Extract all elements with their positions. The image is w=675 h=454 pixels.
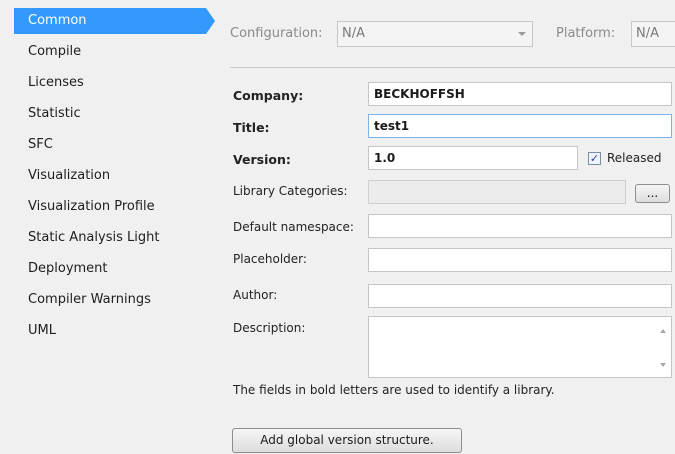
sidebar-item-deployment[interactable]: Deployment [14, 256, 206, 282]
sidebar-item-compiler-warnings[interactable]: Compiler Warnings [14, 287, 206, 313]
company-field[interactable]: BECKHOFFSH [368, 82, 672, 106]
sidebar-item-compile[interactable]: Compile [14, 39, 206, 65]
library-categories-label: Library Categories: [233, 184, 348, 198]
title-label: Title: [233, 120, 270, 135]
category-sidebar: Common Compile Licenses Statistic SFC Vi… [14, 8, 215, 454]
add-global-version-structure-button[interactable]: Add global version structure. [232, 428, 462, 453]
sidebar-item-static-analysis-light[interactable]: Static Analysis Light [14, 225, 206, 251]
properties-panel: Common Compile Licenses Statistic SFC Vi… [0, 0, 675, 454]
placeholder-field[interactable] [368, 248, 672, 272]
author-label: Author: [233, 288, 278, 302]
released-label: Released [607, 151, 662, 165]
platform-value: N/A [636, 26, 659, 41]
sidebar-item-visualization[interactable]: Visualization [14, 163, 206, 189]
sidebar-item-statistic[interactable]: Statistic [14, 101, 206, 127]
default-namespace-label: Default namespace: [233, 220, 354, 234]
sidebar-item-sfc[interactable]: SFC [14, 132, 206, 158]
sidebar-item-visualization-profile[interactable]: Visualization Profile [14, 194, 206, 220]
chevron-down-icon [518, 32, 526, 36]
bold-fields-note: The fields in bold letters are used to i… [233, 383, 555, 397]
description-textarea[interactable] [368, 316, 672, 378]
released-checkbox[interactable]: ✓ [588, 152, 601, 165]
author-field[interactable] [368, 284, 672, 308]
description-label: Description: [233, 321, 306, 335]
library-categories-browse-button[interactable]: ... [635, 184, 670, 203]
title-field[interactable]: test1 [368, 114, 672, 138]
scroll-down-icon[interactable] [660, 363, 666, 367]
default-namespace-field[interactable] [368, 214, 672, 238]
version-field[interactable]: 1.0 [368, 146, 578, 170]
scroll-up-icon[interactable] [660, 329, 666, 333]
configuration-select[interactable]: N/A [337, 21, 533, 47]
configuration-value: N/A [342, 26, 365, 41]
placeholder-label: Placeholder: [233, 252, 307, 266]
header-divider [230, 67, 675, 68]
selected-arrow [206, 8, 215, 34]
sidebar-item-uml[interactable]: UML [14, 318, 206, 344]
platform-select[interactable]: N/A [631, 21, 675, 47]
sidebar-item-common[interactable]: Common [14, 8, 206, 34]
version-label: Version: [233, 152, 291, 167]
sidebar-item-licenses[interactable]: Licenses [14, 70, 206, 96]
company-label: Company: [233, 88, 304, 103]
configuration-label: Configuration: [230, 26, 323, 41]
platform-label: Platform: [556, 26, 616, 41]
library-categories-field [368, 180, 626, 204]
